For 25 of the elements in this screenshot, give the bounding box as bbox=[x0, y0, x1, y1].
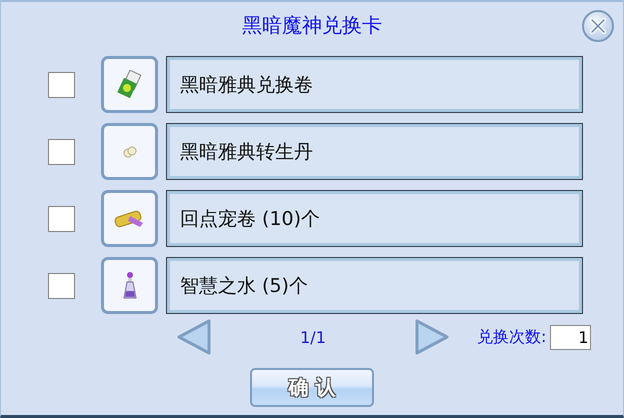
exchange-count-field[interactable]: 1 bbox=[550, 324, 592, 350]
page-indicator: 1/1 bbox=[299, 328, 327, 346]
checkbox[interactable] bbox=[48, 72, 75, 98]
card-icon bbox=[116, 70, 142, 100]
pill-icon bbox=[122, 146, 136, 158]
potion-icon bbox=[122, 270, 136, 300]
exchange-count-label: 兑换次数: bbox=[477, 326, 546, 348]
checkbox[interactable] bbox=[48, 206, 75, 232]
item-slot[interactable] bbox=[101, 190, 158, 247]
item-name: 黑暗雅典转生丹 bbox=[180, 140, 313, 164]
item-name: 黑暗雅典兑换卷 bbox=[180, 72, 313, 98]
checkbox[interactable] bbox=[48, 138, 75, 164]
item-slot[interactable] bbox=[101, 56, 158, 113]
left-arrow-icon bbox=[175, 317, 213, 357]
item-slot[interactable] bbox=[101, 257, 158, 314]
item-name: 回点宠卷 (10)个 bbox=[180, 206, 320, 232]
item-slot[interactable] bbox=[101, 123, 158, 180]
previous-page-button[interactable] bbox=[175, 317, 213, 357]
next-page-button[interactable] bbox=[413, 317, 451, 357]
close-icon bbox=[589, 17, 607, 35]
checkbox[interactable] bbox=[48, 272, 75, 298]
window-title: 黑暗魔神兑换卡 bbox=[242, 12, 382, 38]
right-arrow-icon bbox=[413, 317, 451, 357]
item-name: 智慧之水 (5)个 bbox=[180, 274, 308, 298]
close-button[interactable] bbox=[582, 10, 614, 42]
